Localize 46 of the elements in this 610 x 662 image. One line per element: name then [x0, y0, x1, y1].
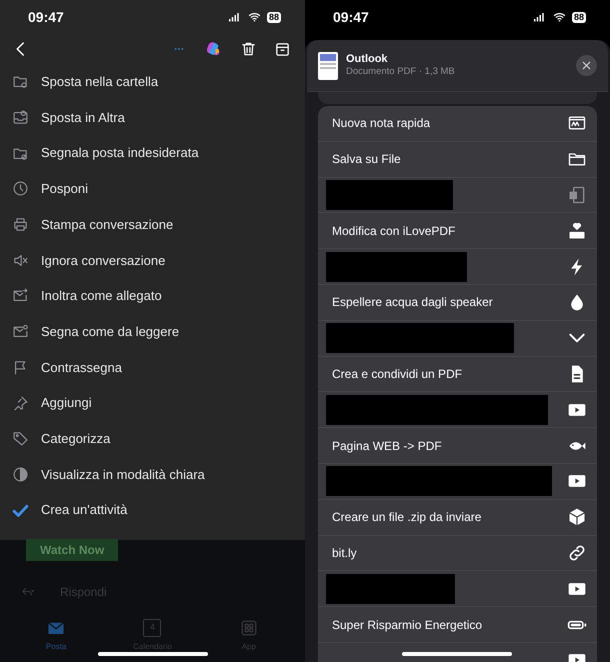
wifi-icon — [552, 11, 567, 23]
clock-icon — [12, 180, 29, 198]
cube-icon — [567, 507, 587, 528]
status-time: 09:47 — [333, 8, 369, 26]
battery-indicator: 88 — [266, 12, 281, 22]
tray-icon — [12, 109, 29, 126]
status-time: 09:47 — [28, 8, 64, 26]
wifi-icon — [246, 11, 262, 23]
menu-item[interactable]: Sposta nella cartella — [0, 64, 305, 100]
share-subtitle: Documento PDF · 1,3 MB — [346, 66, 456, 78]
share-action[interactable]: bit.ly — [318, 536, 597, 572]
document-thumbnail — [318, 52, 338, 80]
share-action[interactable]: Espellere acqua dagli speaker — [318, 284, 597, 321]
half-circle-icon — [12, 466, 29, 483]
menu-item[interactable]: Contrassegna — [0, 350, 305, 386]
menu-item[interactable]: Ignora conversazione — [0, 242, 305, 278]
app-grid-icon — [240, 618, 258, 637]
menu-item[interactable]: Inoltra come allegato — [0, 278, 305, 314]
close-icon — [581, 60, 592, 71]
battery-indicator: 88 — [572, 12, 586, 22]
tag-icon — [12, 430, 29, 448]
menu-item[interactable]: Visualizza in modalità chiara — [0, 456, 305, 492]
share-title: Outlook — [346, 52, 389, 66]
share-action[interactable]: Creare un file .zip da inviare — [318, 500, 597, 536]
menu-item[interactable]: Crea un'attività — [0, 492, 305, 528]
menu-item[interactable]: Segnala posta indesiderata — [0, 135, 305, 172]
share-action[interactable]: Super Risparmio Energetico — [318, 607, 597, 643]
link-icon — [567, 542, 587, 563]
menu-item[interactable]: Categorizza — [0, 420, 305, 457]
share-action[interactable]: Pagina WEB -> PDF — [318, 428, 597, 464]
printer-icon — [12, 216, 29, 234]
menu-item[interactable]: Aggiungi — [0, 385, 305, 421]
archive-icon[interactable] — [274, 40, 291, 58]
share-action[interactable]: Salva su File — [318, 142, 597, 178]
menu-item[interactable]: Segna come da leggere — [0, 314, 305, 350]
close-button[interactable] — [576, 55, 597, 76]
share-action[interactable]: Modifica con iLovePDF — [318, 213, 597, 250]
menu-item[interactable]: Sposta in Altra — [0, 100, 305, 136]
pin-icon — [12, 394, 29, 412]
document-icon — [567, 184, 587, 205]
share-action[interactable]: Nuova nota rapida — [318, 106, 597, 142]
share-action[interactable]: Crea e condividi un PDF — [318, 356, 597, 392]
trash-icon[interactable] — [240, 40, 257, 58]
heart-pdf-icon — [567, 220, 587, 241]
menu-item[interactable]: Posponi — [0, 171, 305, 207]
menu-item[interactable]: Stampa conversazione — [0, 206, 305, 242]
